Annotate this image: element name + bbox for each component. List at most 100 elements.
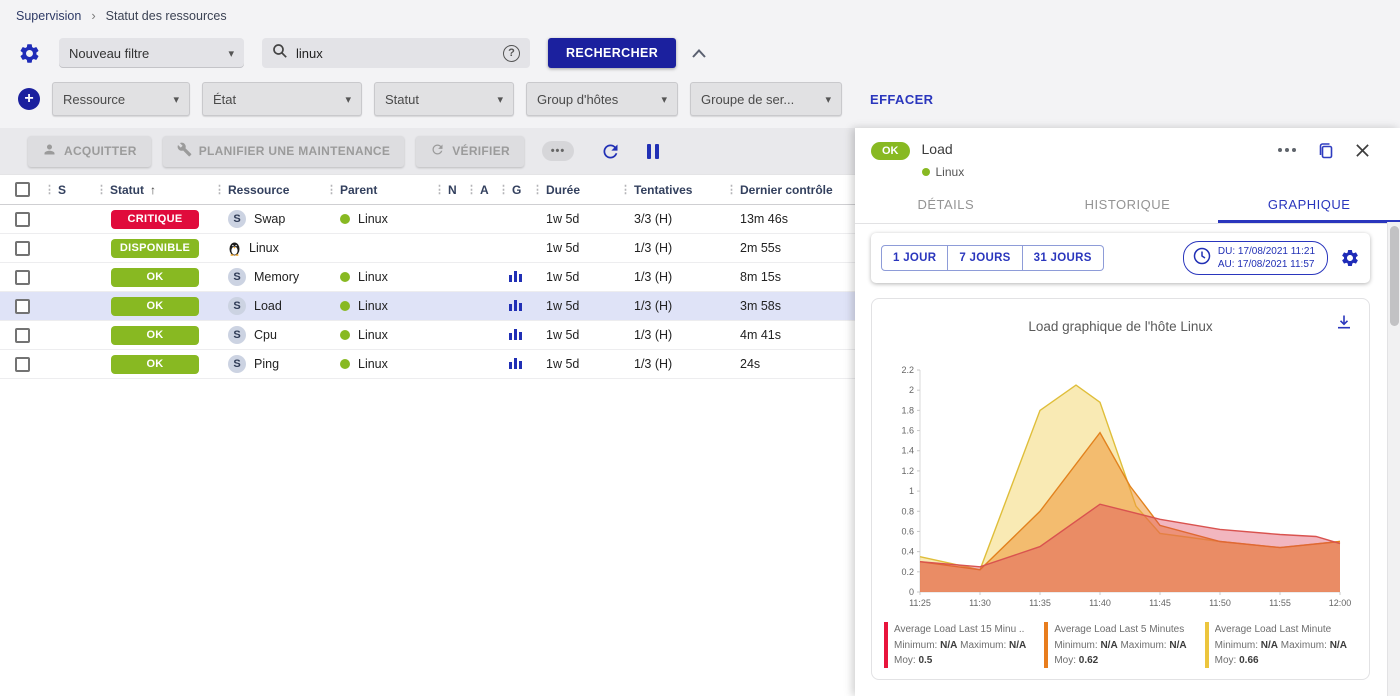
column-header-parent[interactable]: ⋮ Parent <box>326 183 434 197</box>
tab-graphique[interactable]: GRAPHIQUE <box>1218 187 1400 223</box>
breadcrumb-separator-icon: › <box>91 8 95 23</box>
date-range-pill[interactable]: DU: 17/08/2021 11:21 AU: 17/08/2021 11:5… <box>1183 241 1328 275</box>
svg-text:11:30: 11:30 <box>969 598 991 608</box>
clear-filters-button[interactable]: EFFACER <box>870 92 933 107</box>
drag-handle-icon[interactable]: ⋮ <box>532 183 543 196</box>
acknowledge-button[interactable]: ACQUITTER <box>28 136 151 167</box>
legend-item[interactable]: Average Load Last Minute Minimum: N/A Ma… <box>1205 622 1357 669</box>
column-header-durée[interactable]: ⋮ Durée <box>532 183 620 197</box>
drag-handle-icon[interactable]: ⋮ <box>44 183 55 196</box>
column-header-statut[interactable]: ⋮ Statut ↑ <box>96 183 214 197</box>
svg-text:11:50: 11:50 <box>1209 598 1231 608</box>
panel-header: OK Load Linux <box>855 128 1400 187</box>
column-header-g[interactable]: ⋮ G <box>498 183 532 197</box>
resource-name: Ping <box>254 357 279 371</box>
check-button[interactable]: VÉRIFIER <box>416 136 524 167</box>
tab-historique[interactable]: HISTORIQUE <box>1037 187 1219 223</box>
criteria-chip-group-d-hôtes[interactable]: Group d'hôtes ▾ <box>526 82 678 116</box>
panel-parent: Linux <box>936 165 965 179</box>
panel-scrollbar[interactable] <box>1387 222 1400 696</box>
row-checkbox[interactable] <box>15 270 30 285</box>
search-button[interactable]: RECHERCHER <box>548 38 676 68</box>
table-row[interactable]: OK SLoad Linux 1w 5d 1/3 (H) 3m 58s <box>0 292 855 321</box>
column-header-n[interactable]: ⋮ N <box>434 183 466 197</box>
period-button-7-jours[interactable]: 7 JOURS <box>948 245 1022 271</box>
legend-name: Average Load Last Minute <box>1215 622 1347 638</box>
copy-link-icon[interactable] <box>1317 141 1335 159</box>
legend-item[interactable]: Average Load Last 5 Minutes Minimum: N/A… <box>1044 622 1196 669</box>
row-checkbox[interactable] <box>15 328 30 343</box>
drag-handle-icon[interactable]: ⋮ <box>96 183 107 196</box>
search-box[interactable]: ? <box>262 38 530 68</box>
criteria-chip-statut[interactable]: Statut ▾ <box>374 82 514 116</box>
more-actions-button[interactable]: ••• <box>542 141 574 161</box>
date-to-value: 17/08/2021 11:57 <box>1237 259 1314 270</box>
column-header-s[interactable]: ⋮ S <box>44 183 96 197</box>
criteria-chip-groupe-de-ser-[interactable]: Groupe de ser... ▾ <box>690 82 842 116</box>
period-button-group: 1 JOUR7 JOURS31 JOURS <box>881 245 1104 271</box>
legend-color-bar <box>1044 622 1048 668</box>
drag-handle-icon[interactable]: ⋮ <box>620 183 631 196</box>
drag-handle-icon[interactable]: ⋮ <box>466 183 477 196</box>
table-row[interactable]: OK SPing Linux 1w 5d 1/3 (H) 24s <box>0 350 855 379</box>
svg-text:1: 1 <box>908 486 913 496</box>
column-header-ressource[interactable]: ⋮ Ressource <box>214 183 326 197</box>
duration-cell: 1w 5d <box>532 357 620 371</box>
resource-name: Load <box>254 299 282 313</box>
clock-icon <box>1192 246 1212 271</box>
graph-icon[interactable] <box>509 269 522 285</box>
table-row[interactable]: DISPONIBLE Linux 1w 5d 1/3 (H) 2m 55s <box>0 234 855 263</box>
add-criteria-button[interactable]: + <box>18 88 40 110</box>
svg-text:0.2: 0.2 <box>901 567 914 577</box>
more-horiz-icon[interactable] <box>1277 147 1297 153</box>
period-button-31-jours[interactable]: 31 JOURS <box>1023 245 1104 271</box>
filter-settings-gear-icon[interactable] <box>18 42 41 65</box>
row-checkbox[interactable] <box>15 212 30 227</box>
help-icon[interactable]: ? <box>503 45 520 62</box>
drag-handle-icon[interactable]: ⋮ <box>326 183 337 196</box>
graph-icon[interactable] <box>509 327 522 343</box>
breadcrumb-supervision[interactable]: Supervision <box>16 9 81 23</box>
scrollbar-thumb[interactable] <box>1390 226 1399 326</box>
resource-name: Memory <box>254 270 299 284</box>
graph-settings-gear-icon[interactable] <box>1340 248 1360 268</box>
parent-name: Linux <box>358 328 388 342</box>
svg-text:11:35: 11:35 <box>1029 598 1051 608</box>
saved-filter-select[interactable]: Nouveau filtre ▾ <box>59 38 244 68</box>
drag-handle-icon[interactable]: ⋮ <box>214 183 225 196</box>
row-checkbox[interactable] <box>15 241 30 256</box>
downtime-button[interactable]: PLANIFIER UNE MAINTENANCE <box>163 136 405 167</box>
search-input[interactable] <box>296 46 495 61</box>
criteria-chip-état[interactable]: État ▾ <box>202 82 362 116</box>
panel-title: Load <box>922 141 965 157</box>
date-to-label: AU: <box>1218 259 1235 270</box>
column-header-dernier-contrôle[interactable]: ⋮ Dernier contrôle <box>726 183 855 197</box>
select-all-checkbox[interactable] <box>0 182 44 197</box>
criteria-chip-ressource[interactable]: Ressource ▾ <box>52 82 190 116</box>
period-button-1-jour[interactable]: 1 JOUR <box>881 245 948 271</box>
table-row[interactable]: OK SCpu Linux 1w 5d 1/3 (H) 4m 41s <box>0 321 855 350</box>
graph-icon[interactable] <box>509 356 522 372</box>
svg-text:11:40: 11:40 <box>1089 598 1111 608</box>
download-icon[interactable] <box>1335 313 1353 336</box>
tab-détails[interactable]: DÉTAILS <box>855 187 1037 223</box>
resources-listing: ACQUITTER PLANIFIER UNE MAINTENANCE VÉRI… <box>0 128 855 696</box>
graph-icon[interactable] <box>509 298 522 314</box>
row-checkbox[interactable] <box>15 299 30 314</box>
close-icon[interactable] <box>1355 143 1370 158</box>
acknowledge-label: ACQUITTER <box>64 144 137 158</box>
legend-item[interactable]: Average Load Last 15 Minu .. Minimum: N/… <box>884 622 1036 669</box>
drag-handle-icon[interactable]: ⋮ <box>726 183 737 196</box>
load-graph[interactable]: 00.20.40.60.811.21.41.61.822.211:2511:30… <box>886 360 1356 616</box>
column-header-a[interactable]: ⋮ A <box>466 183 498 197</box>
table-row[interactable]: CRITIQUE SSwap Linux 1w 5d 3/3 (H) 13m 4… <box>0 205 855 234</box>
breadcrumb: Supervision › Statut des ressources <box>0 0 1400 23</box>
pause-icon[interactable] <box>647 144 659 159</box>
refresh-icon[interactable] <box>600 141 621 162</box>
drag-handle-icon[interactable]: ⋮ <box>498 183 509 196</box>
drag-handle-icon[interactable]: ⋮ <box>434 183 445 196</box>
table-row[interactable]: OK SMemory Linux 1w 5d 1/3 (H) 8m 15s <box>0 263 855 292</box>
column-header-tentatives[interactable]: ⋮ Tentatives <box>620 183 726 197</box>
chevron-up-icon[interactable] <box>692 49 706 58</box>
row-checkbox[interactable] <box>15 357 30 372</box>
